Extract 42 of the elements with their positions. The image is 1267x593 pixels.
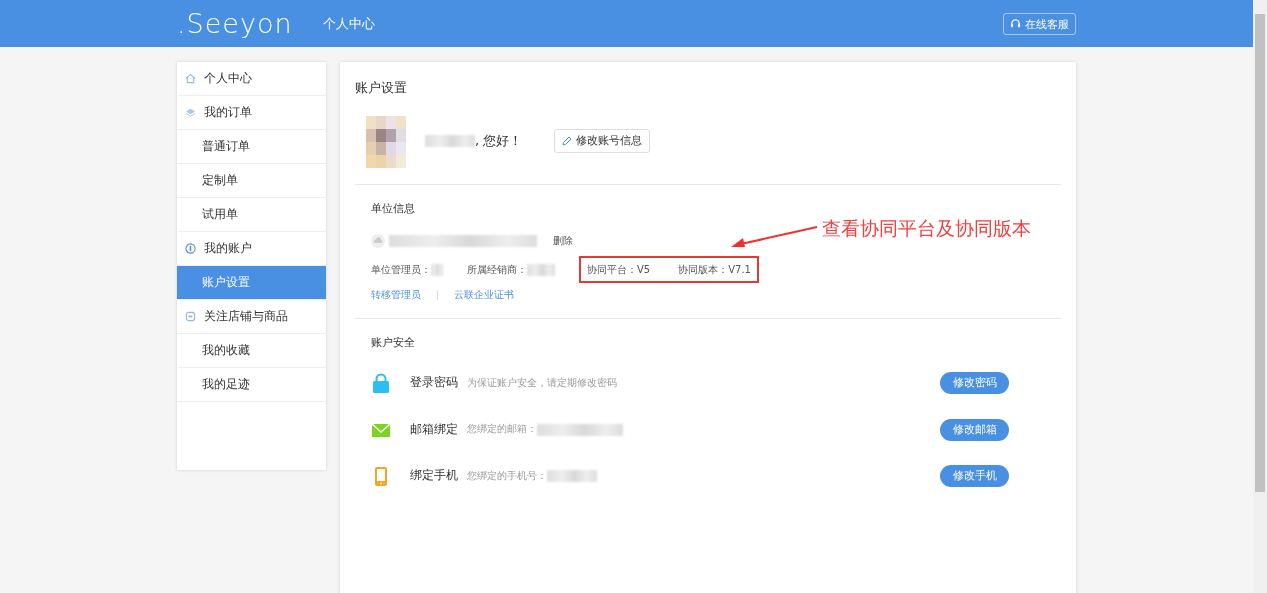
layers-icon [185,107,196,118]
row-description: 为保证账户安全，请定期修改密码 [467,375,617,390]
page-title: 个人中心 [323,14,375,33]
link[interactable]: 转移管理员 [371,287,421,303]
sidebar-item[interactable]: 我的订单 [177,96,326,130]
sidebar-item[interactable]: 试用单 [177,198,326,232]
blurred-admin [431,263,443,276]
home-icon [185,73,196,84]
annotation-text: 查看协同平台及协同版本 [822,216,1031,241]
sidebar-item[interactable]: 个人中心 [177,62,326,96]
square-icon [185,311,196,322]
platform-text: 协同平台：V5 [587,263,651,278]
section-title: 账户设置 [355,79,408,97]
edit-account-button[interactable]: 修改账号信息 [554,128,651,153]
lock-icon [371,372,391,394]
version-text: 协同版本：V7.1 [678,263,751,278]
circle-icon [185,243,196,254]
headset-icon [1010,18,1021,29]
sidebar-item[interactable]: 我的收藏 [177,334,326,368]
section-heading: 单位信息 [371,200,416,217]
row-label: 邮箱绑定 [410,420,459,438]
avatar [363,113,409,168]
scrollbar[interactable] [1253,0,1267,593]
greeting-text: , 您好！ [475,132,523,150]
row-label: 登录密码 [410,374,459,392]
sidebar-item[interactable]: 关注店铺与商品 [177,300,326,334]
section-heading: 账户安全 [371,335,416,352]
link[interactable]: 云联企业证书 [454,287,514,303]
blurred-dealer [527,263,555,276]
delete-link[interactable]: 删除 [553,233,573,249]
cloud-icon [371,233,385,248]
pencil-icon [562,135,573,146]
admin-label: 单位管理员： [371,263,431,278]
sidebar-item[interactable]: 我的足迹 [177,368,326,402]
row-description: 您绑定的邮箱： [467,422,537,437]
row-label: 绑定手机 [410,467,459,485]
blurred-name [425,134,475,147]
blurred-value [547,470,597,482]
row-description: 您绑定的手机号： [467,468,547,483]
dealer-label: 所属经销商： [467,263,527,278]
sidebar-item[interactable]: 普通订单 [177,130,326,164]
sidebar-item[interactable]: 定制单 [177,164,326,198]
